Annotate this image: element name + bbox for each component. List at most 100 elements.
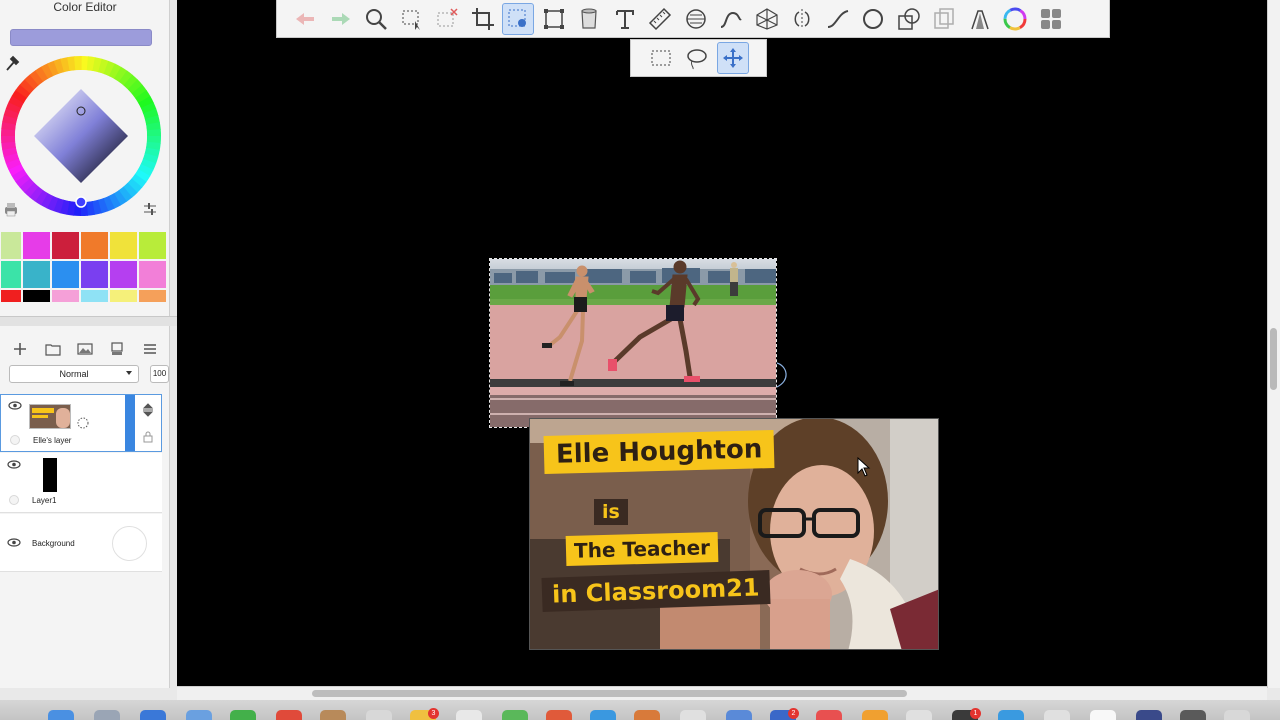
dock-app-icon[interactable] (1180, 710, 1206, 720)
visibility-eye-icon[interactable] (8, 401, 22, 410)
sliders-icon[interactable] (142, 201, 158, 217)
runners-photo[interactable] (489, 258, 777, 428)
current-color-swatch[interactable] (10, 29, 152, 46)
move-tool[interactable] (717, 42, 749, 74)
dock-app-icon[interactable] (1044, 710, 1070, 720)
palette-swatch[interactable] (51, 231, 80, 260)
color-wheel[interactable] (0, 55, 162, 217)
palette-swatch[interactable] (80, 289, 109, 303)
visibility-eye-icon[interactable] (7, 460, 21, 469)
layer-row-elles-layer[interactable]: Elle's layer (0, 394, 162, 452)
dock-app-icon[interactable] (862, 710, 888, 720)
layer-lock-toggle[interactable] (9, 495, 19, 505)
mirror-tool[interactable] (786, 3, 818, 35)
folder-icon[interactable] (44, 341, 61, 357)
stroke-tool[interactable] (715, 3, 747, 35)
ellipse-tool[interactable] (857, 3, 889, 35)
visibility-eye-icon[interactable] (7, 538, 21, 547)
symmetry-tool[interactable] (680, 3, 712, 35)
color-wheel-tool[interactable] (999, 3, 1031, 35)
palette-swatch[interactable] (138, 260, 167, 289)
palette-swatch[interactable] (0, 231, 22, 260)
menu-icon[interactable] (142, 341, 158, 357)
curve-tool[interactable] (822, 3, 854, 35)
vertical-scrollbar[interactable] (1270, 328, 1277, 390)
dock-app-icon[interactable] (366, 710, 392, 720)
select-move-tool[interactable] (396, 3, 428, 35)
layers-grid-tool[interactable] (1035, 3, 1067, 35)
dock-app-icon[interactable] (320, 710, 346, 720)
palette-swatch[interactable] (80, 231, 109, 260)
dock-app-icon[interactable] (906, 710, 932, 720)
print-icon[interactable] (3, 201, 19, 217)
dock-app-icon[interactable] (230, 710, 256, 720)
redo-button[interactable] (325, 3, 357, 35)
opacity-field[interactable]: 100 (150, 365, 169, 383)
palette-swatch[interactable] (0, 289, 22, 303)
palette-swatch[interactable] (51, 260, 80, 289)
undo-button[interactable] (289, 3, 321, 35)
dock-app-icon[interactable] (140, 710, 166, 720)
ruler-tool[interactable] (644, 3, 676, 35)
layer-lock-toggle[interactable] (10, 435, 20, 445)
copy-tool[interactable] (928, 3, 960, 35)
blend-mode-select[interactable]: Normal (9, 365, 139, 383)
dock-app-icon[interactable] (48, 710, 74, 720)
layer-row-background[interactable]: Background (0, 514, 162, 572)
dock-app-icon[interactable] (634, 710, 660, 720)
crop-tool[interactable] (467, 3, 499, 35)
hue-segment[interactable] (74, 56, 82, 71)
palette-swatch[interactable] (138, 231, 167, 260)
select-clear-tool[interactable] (431, 3, 463, 35)
dock-app-icon[interactable] (276, 710, 302, 720)
dock-app-icon[interactable] (502, 710, 528, 720)
palette-swatch[interactable] (22, 289, 51, 303)
image-icon[interactable] (77, 341, 93, 357)
palette-swatch[interactable] (109, 289, 138, 303)
dock-app-icon[interactable] (726, 710, 752, 720)
dock-app-icon[interactable] (94, 710, 120, 720)
merge-layer-icon[interactable] (109, 341, 125, 357)
teacher-photo[interactable]: Elle Houghton is The Teacher in Classroo… (529, 418, 939, 650)
palette-swatch[interactable] (80, 260, 109, 289)
dock-app-icon[interactable] (456, 710, 482, 720)
dock-app-icon[interactable] (1136, 710, 1162, 720)
lasso-select-tool[interactable] (502, 2, 534, 35)
dock-app-icon[interactable] (590, 710, 616, 720)
horizontal-scrollbar[interactable] (312, 690, 907, 697)
perspective-tool[interactable] (751, 3, 783, 35)
hue-segment[interactable] (146, 129, 161, 137)
palette-swatch[interactable] (22, 231, 51, 260)
dock-app-icon[interactable] (680, 710, 706, 720)
background-color-swatch[interactable] (112, 526, 147, 561)
dock-app-icon[interactable] (1224, 710, 1250, 720)
palette-swatch[interactable] (0, 260, 22, 289)
palette-swatch[interactable] (109, 260, 138, 289)
brush-tool[interactable] (964, 3, 996, 35)
transform-tool[interactable] (538, 3, 570, 35)
text-tool[interactable] (609, 3, 641, 35)
add-layer-icon[interactable] (12, 341, 28, 357)
shapes-tool[interactable] (893, 3, 925, 35)
layer-row-layer1[interactable]: Layer1 (0, 453, 162, 513)
dock-app-icon[interactable] (546, 710, 572, 720)
panel-divider[interactable] (0, 316, 177, 326)
dock-app-icon[interactable] (186, 710, 212, 720)
rect-select-tool[interactable] (645, 42, 677, 74)
lasso-tool[interactable] (681, 42, 713, 74)
dock-app-icon[interactable] (1090, 710, 1116, 720)
palette-swatch[interactable] (22, 260, 51, 289)
dock-app-icon[interactable] (998, 710, 1024, 720)
palette-swatch[interactable] (51, 289, 80, 303)
palette-swatch[interactable] (138, 289, 167, 303)
zoom-tool[interactable] (360, 3, 392, 35)
rotate-handle-icon[interactable] (773, 360, 791, 390)
dock-app-icon[interactable] (816, 710, 842, 720)
lock-icon[interactable] (143, 431, 153, 443)
layer-opacity-bar[interactable] (125, 395, 135, 451)
fill-tool[interactable] (573, 3, 605, 35)
hue-handle[interactable] (75, 196, 87, 208)
hue-segment[interactable] (0, 135, 16, 143)
reorder-icon[interactable] (142, 403, 154, 417)
palette-swatch[interactable] (109, 231, 138, 260)
